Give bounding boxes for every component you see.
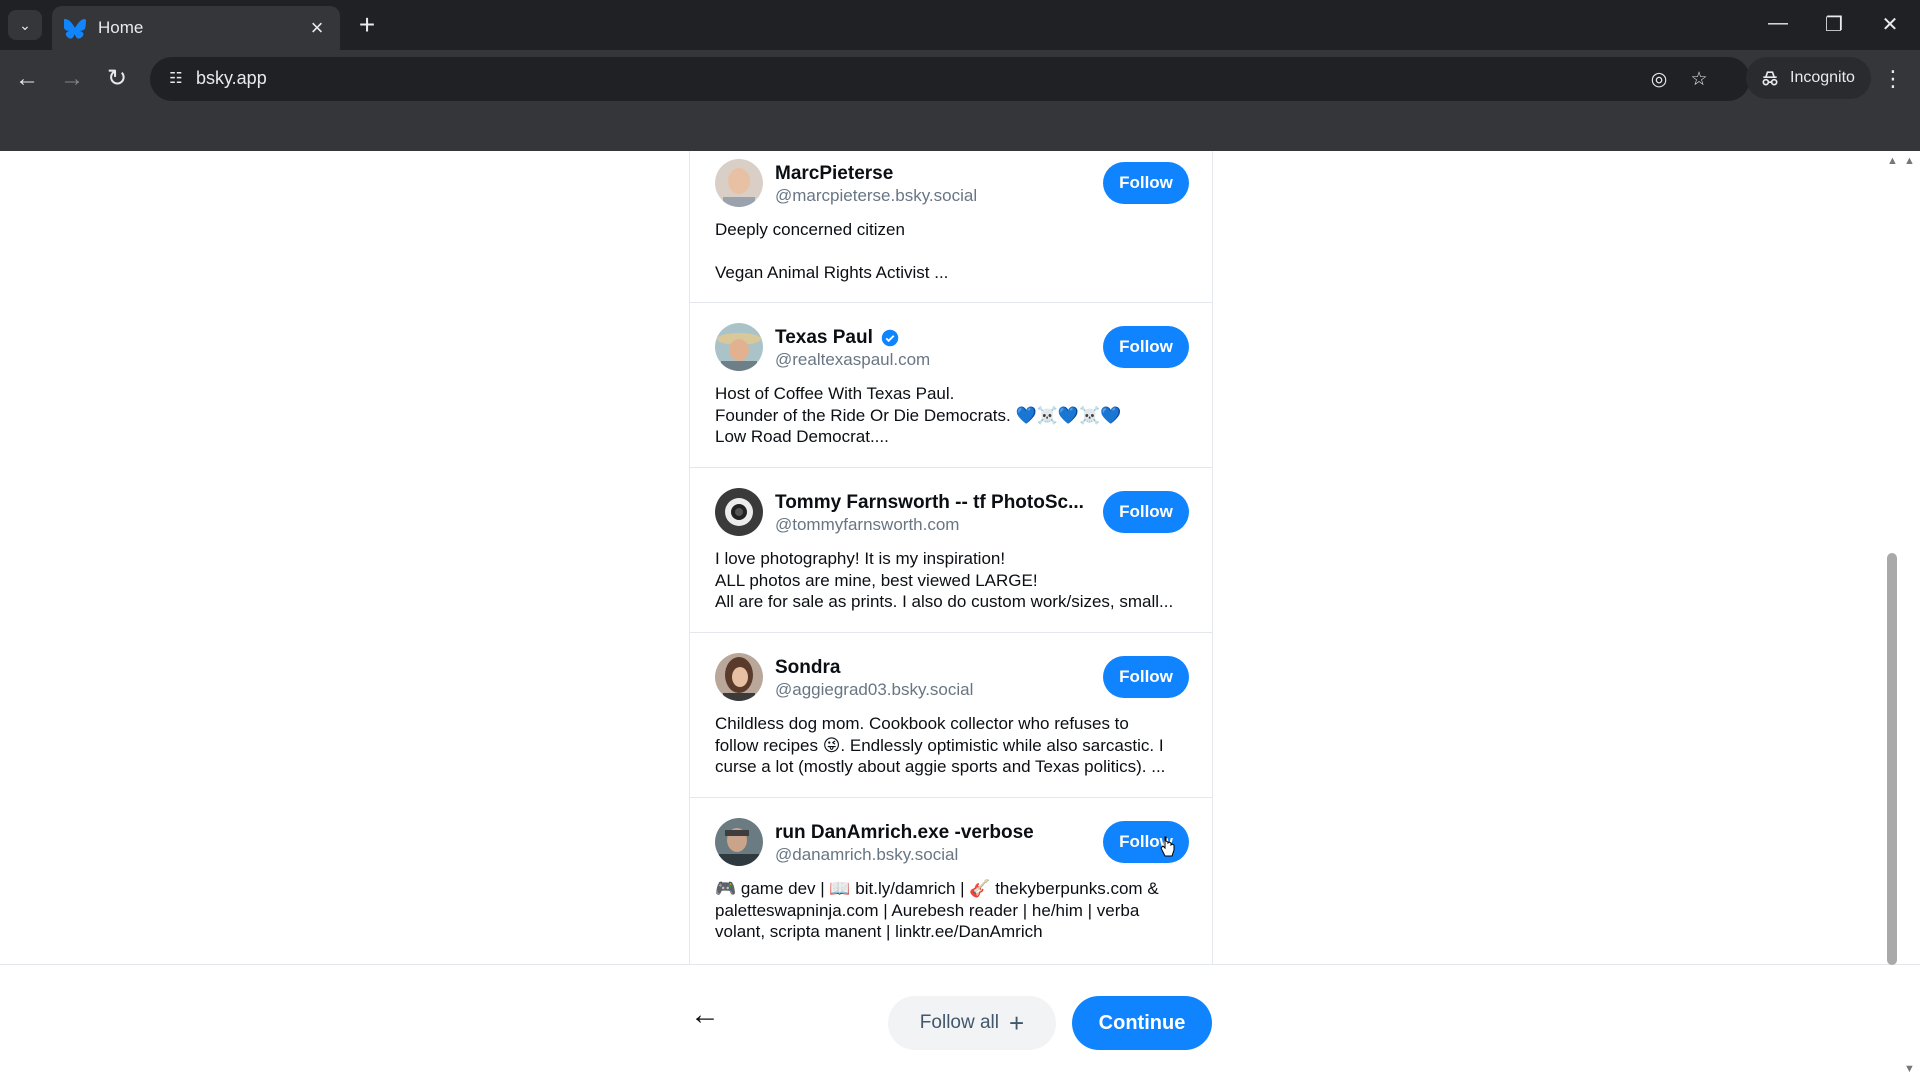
handle[interactable]: @marcpieterse.bsky.social bbox=[775, 186, 977, 206]
bio: Host of Coffee With Texas Paul. Founder … bbox=[715, 384, 1122, 446]
bio: I love photography! It is my inspiration… bbox=[715, 549, 1174, 611]
handle[interactable]: @realtexaspaul.com bbox=[775, 350, 930, 370]
bookmarks-bar bbox=[0, 108, 1920, 151]
follow-button[interactable]: Follow bbox=[1103, 162, 1189, 204]
display-name[interactable]: Sondra bbox=[775, 657, 840, 679]
page-content: MarcPieterse @marcpieterse.bsky.social F… bbox=[0, 151, 1920, 1080]
scroll-up-icon[interactable]: ▲ bbox=[1887, 155, 1898, 167]
verified-badge-icon bbox=[881, 329, 899, 347]
avatar[interactable] bbox=[715, 323, 763, 371]
handle[interactable]: @tommyfarnsworth.com bbox=[775, 515, 959, 535]
handle[interactable]: @danamrich.bsky.social bbox=[775, 845, 958, 865]
site-info-icon[interactable]: ☷ bbox=[164, 67, 188, 91]
display-name[interactable]: MarcPieterse bbox=[775, 163, 893, 185]
more-icon[interactable]: ⋮ bbox=[1880, 64, 1906, 94]
scroll-up-icon[interactable]: ▲ bbox=[1904, 155, 1915, 167]
suggested-follows-list[interactable]: MarcPieterse @marcpieterse.bsky.social F… bbox=[689, 151, 1213, 964]
list-item: MarcPieterse @marcpieterse.bsky.social F… bbox=[690, 151, 1212, 303]
star-icon[interactable]: ☆ bbox=[1686, 67, 1712, 93]
follow-button[interactable]: Follow bbox=[1103, 656, 1189, 698]
scrollbar-thumb[interactable] bbox=[1887, 553, 1897, 965]
bluesky-butterfly-icon bbox=[64, 19, 86, 39]
reload-icon[interactable]: ↻ bbox=[102, 64, 132, 94]
list-item: Tommy Farnsworth -- tf PhotoSc... @tommy… bbox=[690, 468, 1212, 633]
onboarding-footer: ← Follow all + Continue bbox=[0, 964, 1920, 1080]
bio: 🎮 game dev | 📖 bit.ly/damrich | 🎸 thekyb… bbox=[715, 879, 1159, 941]
follow-all-label: Follow all bbox=[919, 1012, 999, 1033]
incognito-label: Incognito bbox=[1790, 69, 1855, 86]
forward-icon[interactable]: → bbox=[57, 64, 87, 94]
avatar[interactable] bbox=[715, 653, 763, 701]
bio: Childless dog mom. Cookbook collector wh… bbox=[715, 714, 1166, 776]
display-name[interactable]: Tommy Farnsworth -- tf PhotoSc... bbox=[775, 492, 1084, 514]
scroll-down-icon[interactable]: ▼ bbox=[1904, 1063, 1915, 1075]
window-close-icon[interactable]: ✕ bbox=[1876, 12, 1904, 37]
browser-toolbar: ← → ↻ ☷ bsky.app ◎ ☆ bbox=[0, 50, 1920, 108]
continue-button[interactable]: Continue bbox=[1072, 996, 1212, 1050]
back-icon[interactable]: ← bbox=[12, 64, 42, 94]
new-tab-icon[interactable]: + bbox=[354, 11, 380, 39]
avatar[interactable] bbox=[715, 818, 763, 866]
plus-icon: + bbox=[1009, 1008, 1025, 1038]
list-item: Texas Paul @realtexaspaul.com Follow Hos… bbox=[690, 303, 1212, 468]
arrow-left-icon[interactable]: ← bbox=[690, 995, 720, 1035]
list-item: run DanAmrich.exe -verbose @danamrich.bs… bbox=[690, 798, 1212, 964]
close-icon[interactable]: × bbox=[306, 17, 328, 39]
tab-title: Home bbox=[98, 18, 144, 37]
display-name[interactable]: run DanAmrich.exe -verbose bbox=[775, 822, 1034, 844]
url-text[interactable]: bsky.app bbox=[196, 68, 267, 89]
follow-button[interactable]: Follow bbox=[1103, 326, 1189, 368]
tab-home[interactable]: Home × bbox=[52, 6, 340, 50]
avatar[interactable] bbox=[715, 159, 763, 207]
follow-all-button[interactable]: Follow all + bbox=[888, 996, 1056, 1050]
tab-list-icon[interactable]: ⌄ bbox=[8, 10, 42, 40]
display-name[interactable]: Texas Paul bbox=[775, 327, 899, 349]
tab-strip: ⌄ Home × + — ❐ ✕ bbox=[0, 0, 1920, 50]
list-item: Sondra @aggiegrad03.bsky.social Follow C… bbox=[690, 633, 1212, 798]
incognito-indicator[interactable]: Incognito bbox=[1746, 57, 1871, 99]
follow-button[interactable]: Follow bbox=[1103, 821, 1189, 863]
eye-off-icon[interactable]: ◎ bbox=[1646, 67, 1672, 93]
handle[interactable]: @aggiegrad03.bsky.social bbox=[775, 680, 973, 700]
incognito-icon bbox=[1762, 71, 1778, 86]
address-bar[interactable]: ☷ bsky.app ◎ ☆ bbox=[150, 57, 1750, 101]
avatar[interactable] bbox=[715, 488, 763, 536]
bio: Deeply concerned citizen Vegan Animal Ri… bbox=[715, 220, 949, 282]
restore-icon[interactable]: ❐ bbox=[1820, 12, 1848, 37]
pointer-cursor-icon bbox=[1160, 836, 1175, 857]
minimize-icon[interactable]: — bbox=[1764, 12, 1792, 35]
follow-button[interactable]: Follow bbox=[1103, 491, 1189, 533]
